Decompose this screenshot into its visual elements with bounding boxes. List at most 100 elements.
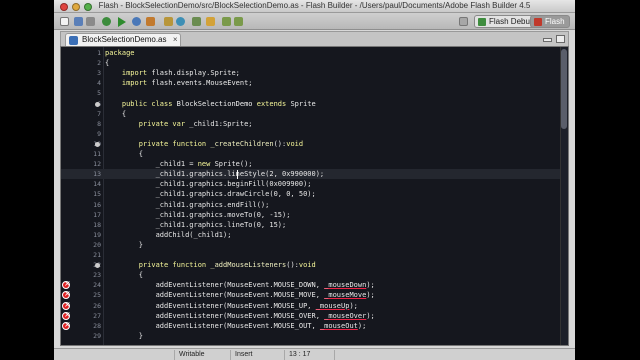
code-line[interactable]: 5 bbox=[61, 88, 561, 98]
line-number: 18 bbox=[93, 220, 101, 229]
code-line[interactable]: 26 addEventListener(MouseEvent.MOUSE_UP,… bbox=[61, 300, 561, 311]
text-caret bbox=[237, 170, 238, 180]
code-text: package bbox=[105, 49, 135, 57]
code-text: _child1.graphics.moveTo(0, -15); bbox=[105, 210, 291, 219]
code-line[interactable]: 2{ bbox=[61, 58, 561, 68]
new-file-icon[interactable] bbox=[60, 17, 69, 26]
title-bar: Flash - BlockSelectionDemo/src/BlockSele… bbox=[54, 0, 575, 13]
code-line[interactable]: 11 { bbox=[61, 149, 561, 159]
debug-perspective-icon bbox=[478, 18, 486, 26]
code-line[interactable]: 12 _child1 = new Sprite(); bbox=[61, 159, 561, 169]
code-text: public class BlockSelectionDemo extends … bbox=[121, 99, 316, 108]
code-line[interactable]: 1 package bbox=[61, 48, 561, 58]
code-text: private var _child1:Sprite; bbox=[138, 119, 253, 128]
code-text: import flash.events.MouseEvent; bbox=[121, 79, 253, 88]
run-icon[interactable] bbox=[118, 17, 126, 27]
fold-toggle-icon[interactable] bbox=[95, 141, 100, 147]
code-text: addEventListener(MouseEvent.MOUSE_MOVE, … bbox=[105, 291, 375, 300]
code-text: { bbox=[105, 271, 143, 280]
debug-bug-icon[interactable] bbox=[102, 17, 111, 26]
line-number: 7 bbox=[97, 109, 101, 118]
code-text: _child1.graphics.endFill(); bbox=[105, 200, 270, 209]
perspective-label: Flash bbox=[545, 17, 565, 26]
profile-icon[interactable] bbox=[132, 17, 141, 26]
code-line[interactable]: 27 addEventListener(MouseEvent.MOUSE_OVE… bbox=[61, 310, 561, 321]
code-text: { bbox=[105, 109, 127, 118]
export-release-icon[interactable] bbox=[146, 17, 155, 26]
line-number: 11 bbox=[93, 150, 101, 158]
code-line[interactable]: 28 addEventListener(MouseEvent.MOUSE_OUT… bbox=[61, 320, 561, 331]
code-text: addChild(_child1); bbox=[105, 230, 232, 239]
new-class-icon[interactable] bbox=[176, 17, 185, 26]
vertical-scrollbar[interactable] bbox=[560, 47, 568, 345]
code-line[interactable]: 3 import flash.display.Sprite; bbox=[61, 68, 561, 78]
error-marker-icon[interactable] bbox=[62, 279, 71, 290]
code-editor[interactable]: 1 package 2{3 import flash.display.Sprite;… bbox=[60, 46, 569, 346]
status-field-empty bbox=[334, 350, 394, 360]
code-line[interactable]: 4 import flash.events.MouseEvent; bbox=[61, 78, 561, 88]
code-line[interactable]: 8 private var _child1:Sprite; bbox=[61, 119, 561, 129]
search-icon[interactable] bbox=[206, 17, 215, 26]
error-marker-icon[interactable] bbox=[62, 320, 71, 330]
minimize-editor-icon[interactable] bbox=[543, 38, 552, 42]
code-line[interactable]: 10 private function _createChildren():vo… bbox=[61, 139, 561, 149]
open-type-icon[interactable] bbox=[192, 17, 201, 26]
writable-status: Writable bbox=[174, 350, 230, 360]
line-number: 20 bbox=[93, 240, 101, 249]
line-number: 17 bbox=[93, 210, 101, 219]
code-line[interactable]: 18 _child1.graphics.lineTo(0, 15); bbox=[61, 220, 561, 230]
code-text: private function _addMouseListeners():vo… bbox=[138, 261, 316, 270]
tab-blockselectiondemo[interactable]: BlockSelectionDemo.as × bbox=[65, 33, 182, 47]
code-line[interactable]: 17 _child1.graphics.moveTo(0, -15); bbox=[61, 210, 561, 220]
code-line[interactable]: 24 addEventListener(MouseEvent.MOUSE_DOW… bbox=[61, 279, 561, 290]
actionscript-file-icon bbox=[69, 36, 78, 45]
save-icon[interactable] bbox=[74, 17, 83, 26]
code-text: private function _createChildren():void bbox=[138, 139, 304, 148]
status-bar: Writable Insert 13 : 17 bbox=[54, 348, 575, 360]
code-line[interactable]: 16 _child1.graphics.endFill(); bbox=[61, 200, 561, 210]
code-text: _child1.graphics.lineStyle(2, 0x990000); bbox=[105, 170, 325, 179]
perspective-flash[interactable]: Flash bbox=[530, 15, 570, 28]
code-line[interactable]: 7 { bbox=[61, 109, 561, 119]
perspective-open-icon[interactable] bbox=[459, 17, 468, 26]
code-line[interactable]: 20 } bbox=[61, 240, 561, 250]
editor-tab-bar: BlockSelectionDemo.as × bbox=[60, 31, 569, 47]
fold-toggle-icon[interactable] bbox=[95, 101, 100, 107]
line-number: 16 bbox=[93, 200, 101, 209]
maximize-editor-icon[interactable] bbox=[556, 35, 565, 43]
error-marker-icon[interactable] bbox=[62, 310, 71, 320]
error-marker-icon[interactable] bbox=[62, 289, 71, 300]
line-number: 14 bbox=[93, 180, 101, 189]
cursor-position: 13 : 17 bbox=[284, 350, 334, 360]
close-tab-icon[interactable]: × bbox=[173, 34, 178, 46]
line-number: 21 bbox=[93, 251, 101, 259]
code-line[interactable]: 22 private function _addMouseListeners()… bbox=[61, 260, 561, 270]
back-arrow-icon[interactable] bbox=[222, 17, 231, 26]
print-icon[interactable] bbox=[86, 17, 95, 26]
code-line[interactable]: 29 } bbox=[61, 331, 561, 341]
perspective-label: Flash Debug bbox=[489, 17, 535, 26]
code-line[interactable]: 6 public class BlockSelectionDemo extend… bbox=[61, 99, 561, 109]
code-text: addEventListener(MouseEvent.MOUSE_UP, _m… bbox=[105, 301, 358, 310]
code-line[interactable]: 9 bbox=[61, 129, 561, 139]
code-text: addEventListener(MouseEvent.MOUSE_OUT, _… bbox=[105, 321, 367, 330]
new-package-icon[interactable] bbox=[164, 17, 173, 26]
line-number: 13 bbox=[93, 170, 101, 179]
code-line[interactable]: 15 _child1.graphics.drawCircle(0, 0, 50)… bbox=[61, 189, 561, 199]
code-text: _child1.graphics.lineTo(0, 15); bbox=[105, 220, 287, 229]
line-number: 19 bbox=[93, 230, 101, 239]
code-line[interactable]: 23 { bbox=[61, 270, 561, 280]
line-number: 29 bbox=[93, 331, 101, 340]
tab-label: BlockSelectionDemo.as bbox=[82, 35, 167, 44]
code-line[interactable]: 14 _child1.graphics.beginFill(0x009900); bbox=[61, 179, 561, 189]
window-title: Flash - BlockSelectionDemo/src/BlockSele… bbox=[98, 1, 531, 10]
scrollbar-thumb[interactable] bbox=[561, 49, 567, 129]
code-line[interactable]: 19 addChild(_child1); bbox=[61, 230, 561, 240]
forward-arrow-icon[interactable] bbox=[234, 17, 243, 26]
code-line[interactable]: 21 bbox=[61, 250, 561, 260]
code-line[interactable]: 13 _child1.graphics.lineStyle(2, 0x99000… bbox=[61, 169, 561, 180]
error-marker-icon[interactable] bbox=[62, 300, 71, 310]
code-text: _child1.graphics.drawCircle(0, 0, 50); bbox=[105, 190, 316, 199]
code-line[interactable]: 25 addEventListener(MouseEvent.MOUSE_MOV… bbox=[61, 289, 561, 300]
code-text: addEventListener(MouseEvent.MOUSE_OVER, … bbox=[105, 311, 375, 320]
